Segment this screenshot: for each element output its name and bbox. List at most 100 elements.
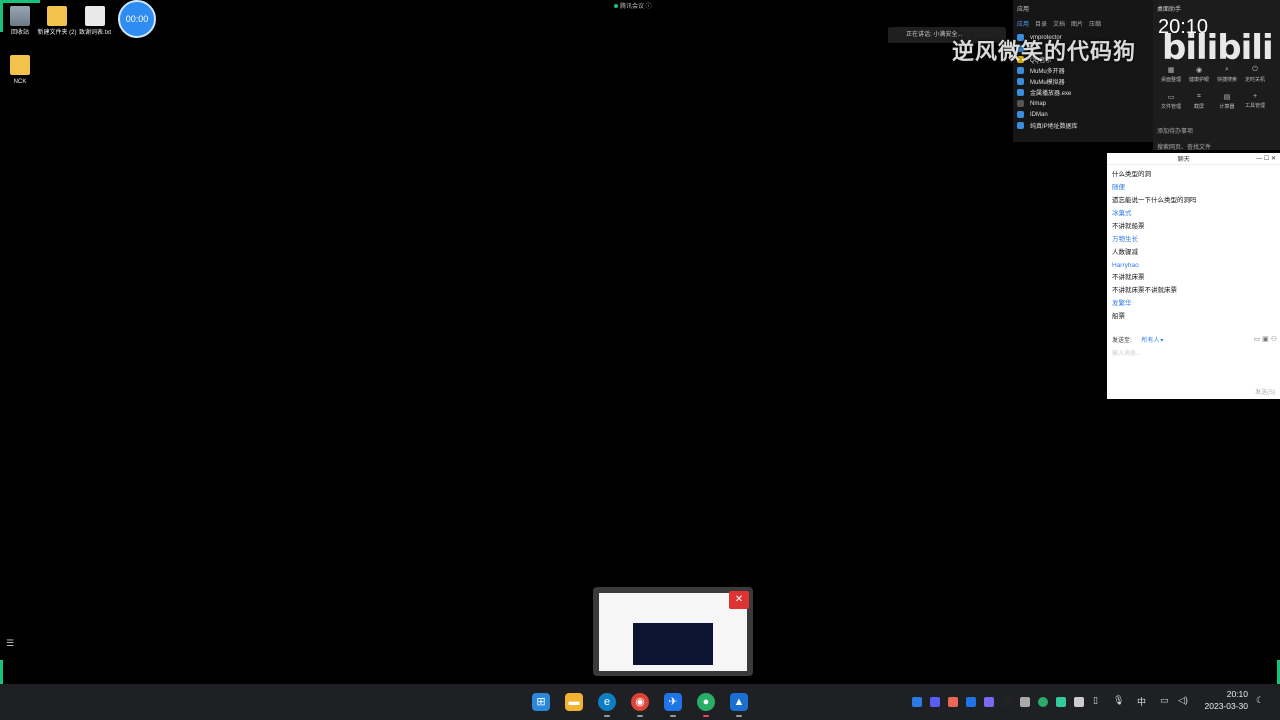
chat-message: 什么类型的洞 — [1112, 171, 1151, 178]
chat-message: 人数骤减 — [1112, 249, 1138, 256]
desktop-icon-recycle-bin[interactable]: 回收站 — [0, 6, 40, 37]
tool-desktop-organize[interactable]: ▦ 桌面整理 — [1157, 66, 1185, 83]
maximize-icon[interactable]: ☐ — [1264, 156, 1269, 162]
tool-calculator[interactable]: ▤ 计算器 — [1213, 93, 1241, 110]
close-icon[interactable]: ✕ — [729, 591, 749, 609]
microphone-icon[interactable]: 🎙 — [1113, 695, 1124, 706]
chat-message: 不讲就船票 — [1112, 223, 1145, 230]
chat-input[interactable]: 输入消息... — [1112, 348, 1141, 357]
send-to-label: 发送至: — [1112, 338, 1132, 344]
desktop-icon-new-folder[interactable]: 新建文件夹 (2) — [37, 6, 77, 37]
window-controls: — ☐ ✕ — [1256, 155, 1276, 162]
tab-apps[interactable]: 应用 — [1017, 19, 1029, 28]
desktop-icon-label: 新建文件夹 (2) — [37, 30, 77, 36]
volume-icon[interactable]: ◁) — [1178, 695, 1188, 706]
usb-icon[interactable]: ▯ — [1093, 695, 1098, 706]
tab-archives[interactable]: 压缩 — [1089, 19, 1101, 28]
app-label: Nmap — [1030, 100, 1047, 107]
tray-app-icon[interactable] — [1002, 697, 1012, 707]
minimize-icon[interactable]: — — [1256, 156, 1262, 162]
edge-icon[interactable]: e — [598, 693, 616, 711]
tencent-meeting-tray-icon[interactable] — [966, 697, 976, 707]
start-icon[interactable]: ⊞ — [532, 693, 550, 711]
wechat-icon[interactable]: ● — [697, 693, 715, 711]
tool-eye-care[interactable]: ◉ 健康护眼 — [1185, 66, 1213, 83]
tool-label: 定时关机 — [1244, 77, 1265, 83]
app-icon[interactable]: ▲ — [730, 693, 748, 711]
tool-label: 健康护眼 — [1188, 77, 1209, 83]
bilibili-logo: bilibili — [1162, 28, 1274, 68]
file-icon[interactable]: ▭ — [1254, 336, 1261, 343]
clock-time: 20:10 — [1226, 689, 1248, 699]
running-indicator — [604, 715, 610, 717]
desktop-icon-txt-file[interactable]: 致谢词表.txt — [75, 6, 115, 37]
grid-icon[interactable] — [1074, 697, 1084, 707]
shield-icon[interactable] — [930, 697, 940, 707]
clock-date: 2023-03-30 — [1204, 701, 1248, 711]
app-label: MuMu多开器 — [1030, 69, 1065, 75]
recording-corner-tl-h — [0, 0, 40, 3]
chat-message: 船票 — [1112, 313, 1125, 320]
tray-app-icon[interactable] — [1056, 697, 1066, 707]
running-indicator — [703, 715, 709, 717]
tray-app-icon[interactable] — [948, 697, 958, 707]
desktop-icon-label: 回收站 — [10, 30, 29, 36]
app-item[interactable]: MuMu模拟器 — [1013, 76, 1153, 87]
notification-icon[interactable]: ☾ — [1256, 695, 1264, 706]
tool-file-manager[interactable]: ▭ 文件管理 — [1157, 93, 1185, 110]
tool-manager[interactable]: + 工具管理 — [1241, 93, 1269, 110]
wechat-tray-icon[interactable] — [1038, 697, 1048, 707]
desktop-icon-label: 致谢词表.txt — [78, 30, 111, 36]
app-panel-header: 应用 — [1017, 7, 1030, 13]
folder-icon — [47, 6, 67, 26]
app-item[interactable]: Nmap — [1013, 98, 1153, 109]
chat-sender: 发繁华 — [1112, 300, 1132, 307]
list-icon[interactable]: ☰ — [6, 638, 14, 649]
taskbar-clock[interactable]: 20:10 2023-03-30 — [1200, 688, 1248, 712]
app-label: MuMu模拟器 — [1030, 80, 1065, 86]
assistant-search[interactable]: 搜索网页、查找文件 — [1157, 142, 1211, 151]
running-indicator — [670, 715, 676, 717]
tab-documents[interactable]: 文档 — [1053, 19, 1065, 28]
chat-titlebar: 聊天 — ☐ ✕ — [1107, 153, 1280, 165]
user-icon[interactable]: ⚇ — [1271, 336, 1277, 343]
meeting-status-label: 腾讯会议 — [620, 4, 645, 10]
desktop-icon-nck-folder[interactable]: NCK — [0, 55, 40, 86]
app-item[interactable]: IDMan — [1013, 109, 1153, 120]
tool-shutdown-timer[interactable]: ⏻ 定时关机 — [1241, 66, 1269, 83]
live-dot-icon — [614, 4, 618, 8]
chrome-icon[interactable]: ◉ — [631, 693, 649, 711]
thumbnail-content — [633, 623, 713, 665]
monitor-icon[interactable] — [1020, 697, 1030, 707]
tray-app-icon[interactable] — [984, 697, 994, 707]
recording-timer[interactable]: 00:00 — [118, 0, 156, 38]
plus-icon: + — [1252, 93, 1258, 100]
image-icon[interactable]: ▣ — [1262, 336, 1269, 343]
app-item[interactable]: 纯真IP地址数据库 — [1013, 120, 1153, 131]
send-to-select[interactable]: 所有人 — [1141, 338, 1159, 344]
folder-icon — [10, 55, 30, 75]
tab-images[interactable]: 图片 — [1071, 19, 1083, 28]
tool-quick-search[interactable]: ⌕ 快捷搜索 — [1213, 66, 1241, 83]
chat-sender: 冰菓式 — [1112, 210, 1132, 217]
tab-directory[interactable]: 目录 — [1035, 19, 1047, 28]
close-icon[interactable]: ✕ — [1271, 156, 1276, 162]
chat-tools: ▭ ▣ ⚇ — [1254, 335, 1277, 343]
tencent-meeting-icon[interactable]: ✈ — [664, 693, 682, 711]
file-explorer-icon[interactable]: ▬ — [565, 693, 583, 711]
app-icon — [1017, 89, 1024, 96]
app-panel-tabs: 应用 目录 文档 图片 压缩 — [1013, 17, 1153, 32]
meeting-status[interactable]: 腾讯会议 ⓘ — [614, 1, 652, 10]
tool-screenshot[interactable]: ⌗ 截屏 — [1185, 93, 1213, 110]
tray-app-icon[interactable] — [912, 697, 922, 707]
app-item[interactable]: MuMu多开器 — [1013, 65, 1153, 76]
recycle-bin-icon — [10, 6, 30, 26]
add-event-link[interactable]: 添加待办事项 — [1157, 126, 1193, 135]
ime-indicator[interactable]: 中 — [1137, 695, 1146, 708]
uploader-watermark: 逆风微笑的代码狗 — [952, 39, 1137, 64]
send-button[interactable]: 发送(S) — [1255, 387, 1275, 396]
network-icon[interactable]: ▭ — [1160, 695, 1169, 706]
app-item[interactable]: 金属播放器.exe — [1013, 87, 1153, 98]
app-icon — [1017, 67, 1024, 74]
crop-icon: ⌗ — [1197, 93, 1201, 100]
